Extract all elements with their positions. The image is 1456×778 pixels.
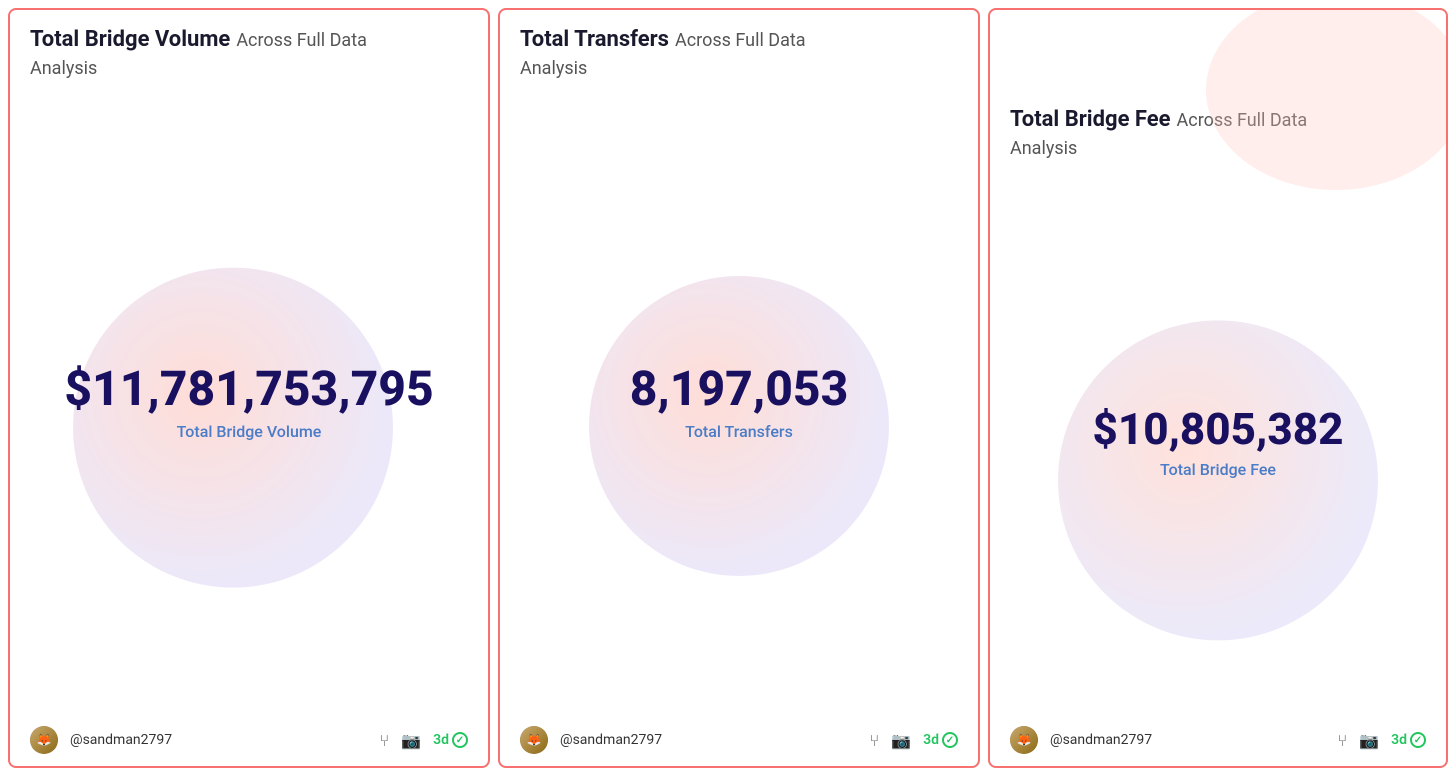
value-container-2: 8,197,053 Total Transfers [630,363,849,441]
camera-icon-1[interactable]: 📷 [401,731,421,750]
card-footer-3: 🦊 @sandman2797 ⑂ 📷 3d ✓ [990,714,1446,766]
card-title-sub-2: Across Full Data [675,29,806,52]
badge-label-1: 3d [433,732,449,748]
value-label-1: Total Bridge Volume [64,422,433,441]
card-title-main-1: Total Bridge Volume [30,26,230,55]
avatar-inner-3: 🦊 [1010,726,1038,754]
card-title-2: Total Transfers Across Full Data Analysi… [520,26,958,80]
card-title-sub-1: Across Full Data [236,29,367,52]
card-title-1: Total Bridge Volume Across Full Data Ana… [30,26,468,80]
card-title-sub2-1: Analysis [30,57,468,80]
value-container-3: $10,805,382 Total Bridge Fee [1092,405,1343,478]
card-title-main-2: Total Transfers [520,26,669,55]
fork-icon-2[interactable]: ⑂ [870,731,880,750]
card-body-2: 8,197,053 Total Transfers [500,90,978,714]
card-total-bridge-fee: Total Bridge Fee Across Full Data Analys… [988,8,1448,768]
main-value-1: $11,781,753,795 [64,363,433,416]
card-footer-1: 🦊 @sandman2797 ⑂ 📷 3d ✓ [10,714,488,766]
badge-2: 3d ✓ [923,732,958,748]
card-footer-2: 🦊 @sandman2797 ⑂ 📷 3d ✓ [500,714,978,766]
value-container-1: $11,781,753,795 Total Bridge Volume [64,363,433,441]
badge-check-1: ✓ [452,732,468,748]
value-label-2: Total Transfers [630,422,849,441]
card-body-1: $11,781,753,795 Total Bridge Volume [10,90,488,714]
badge-label-2: 3d [923,732,939,748]
fork-icon-3[interactable]: ⑂ [1338,731,1348,750]
fork-icon-1[interactable]: ⑂ [380,731,390,750]
decorative-circle-3-main [1058,320,1378,640]
badge-check-2: ✓ [942,732,958,748]
main-value-3: $10,805,382 [1092,405,1343,453]
username-3: @sandman2797 [1050,732,1152,748]
camera-icon-2[interactable]: 📷 [891,731,911,750]
avatar-3: 🦊 [1010,726,1038,754]
card-title-main-3: Total Bridge Fee [1010,106,1171,135]
card-total-bridge-volume: Total Bridge Volume Across Full Data Ana… [8,8,490,768]
badge-check-3: ✓ [1410,732,1426,748]
avatar-1: 🦊 [30,726,58,754]
card-header-2: Total Transfers Across Full Data Analysi… [500,10,978,90]
badge-label-3: 3d [1391,732,1407,748]
main-value-2: 8,197,053 [630,363,849,416]
avatar-inner-1: 🦊 [30,726,58,754]
card-title-sub2-2: Analysis [520,57,958,80]
badge-3: 3d ✓ [1391,732,1426,748]
card-total-transfers: Total Transfers Across Full Data Analysi… [498,8,980,768]
badge-1: 3d ✓ [433,732,468,748]
avatar-2: 🦊 [520,726,548,754]
camera-icon-3[interactable]: 📷 [1359,731,1379,750]
value-label-3: Total Bridge Fee [1092,460,1343,479]
avatar-inner-2: 🦊 [520,726,548,754]
username-2: @sandman2797 [560,732,662,748]
card-body-3: $10,805,382 Total Bridge Fee [990,170,1446,714]
card-header-1: Total Bridge Volume Across Full Data Ana… [10,10,488,90]
username-1: @sandman2797 [70,732,172,748]
